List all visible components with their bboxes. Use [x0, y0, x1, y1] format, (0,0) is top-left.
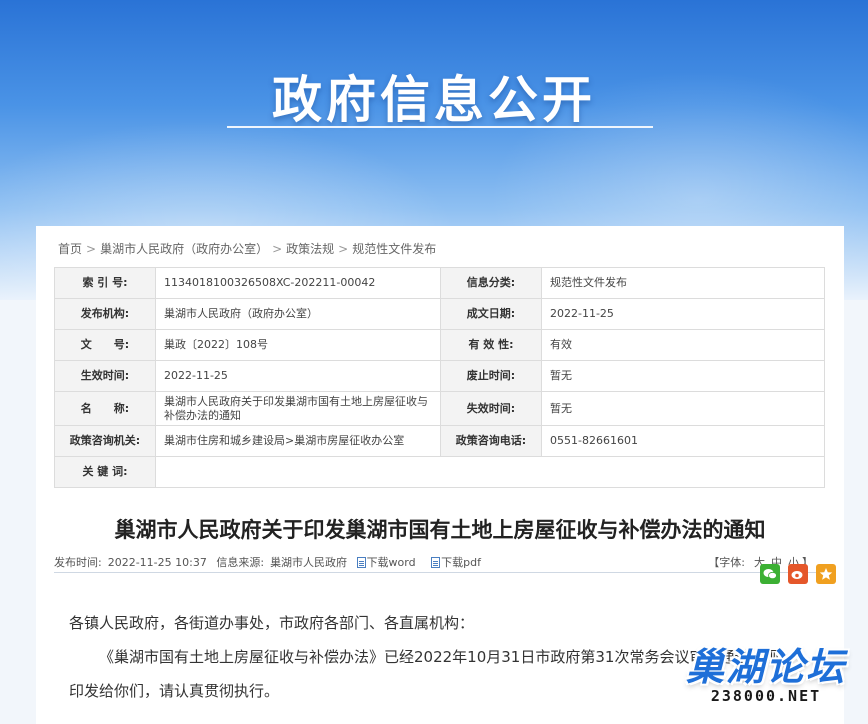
- consult-org-label: 政策咨询机关:: [54, 425, 156, 457]
- favorite-button[interactable]: [816, 564, 836, 584]
- effective-value: 2022-11-25: [155, 360, 441, 392]
- publisher-value: 巢湖市人民政府（政府办公室）: [155, 298, 441, 330]
- watermark-cn: 巢湖论坛: [685, 645, 846, 689]
- banner-underline: [227, 126, 653, 128]
- source-label: 信息来源:: [216, 556, 265, 569]
- docno-label: 文 号:: [54, 329, 156, 361]
- abolish-value: 暂无: [541, 360, 825, 392]
- document-title: 巢湖市人民政府关于印发巢湖市国有土地上房屋征收与补偿办法的通知: [114, 518, 766, 542]
- expire-label: 失效时间:: [440, 391, 542, 426]
- abolish-label: 废止时间:: [440, 360, 542, 392]
- created-label: 成文日期:: [440, 298, 542, 330]
- download-word-label: 下载word: [366, 556, 416, 569]
- category-label: 信息分类:: [440, 267, 542, 299]
- pdf-file-icon: [431, 557, 441, 568]
- table-row: 生效时间: 2022-11-25 废止时间: 暂无: [54, 360, 825, 392]
- name-value: 巢湖市人民政府关于印发巢湖市国有土地上房屋征收与补偿办法的通知: [155, 391, 441, 426]
- keywords-label: 关 键 词:: [54, 456, 156, 488]
- breadcrumb-policy[interactable]: 政策法规: [286, 242, 334, 256]
- font-size-prefix: 【字体:: [708, 556, 745, 569]
- publisher-label: 发布机构:: [54, 298, 156, 330]
- name-label: 名 称:: [54, 391, 156, 426]
- wechat-icon: [763, 569, 777, 580]
- index-value: 1134018100326508XC-202211-00042: [155, 267, 441, 299]
- breadcrumb-separator: >: [86, 242, 97, 256]
- publish-time-label: 发布时间:: [54, 556, 102, 569]
- info-divider: [54, 572, 825, 573]
- weibo-icon: [791, 571, 803, 579]
- document-meta-table: 索 引 号: 1134018100326508XC-202211-00042 信…: [54, 267, 825, 488]
- table-row: 文 号: 巢政〔2022〕108号 有 效 性: 有效: [54, 329, 825, 361]
- download-pdf-link[interactable]: 下载pdf: [431, 556, 487, 569]
- breadcrumb-normative[interactable]: 规范性文件发布: [352, 242, 436, 256]
- breadcrumb: 首页 > 巢湖市人民政府（政府办公室） > 政策法规 > 规范性文件发布: [58, 240, 436, 257]
- download-word-link[interactable]: 下载word: [356, 556, 422, 569]
- publish-time: 2022-11-25 10:37: [107, 556, 207, 569]
- weibo-share-button[interactable]: [788, 564, 808, 584]
- category-value: 规范性文件发布: [541, 267, 825, 299]
- expire-value: 暂无: [541, 391, 825, 426]
- consult-phone-label: 政策咨询电话:: [440, 425, 542, 457]
- created-value: 2022-11-25: [541, 298, 825, 330]
- source-value: 巢湖市人民政府: [270, 556, 348, 569]
- table-row: 政策咨询机关: 巢湖市住房和城乡建设局>巢湖市房屋征收办公室 政策咨询电话: 0…: [54, 425, 825, 457]
- breadcrumb-separator: >: [338, 242, 349, 256]
- table-row: 名 称: 巢湖市人民政府关于印发巢湖市国有土地上房屋征收与补偿办法的通知 失效时…: [54, 391, 825, 426]
- keywords-value: [155, 456, 825, 488]
- download-pdf-label: 下载pdf: [441, 556, 481, 569]
- banner-title: 政府信息公开: [272, 71, 596, 129]
- docno-value: 巢政〔2022〕108号: [155, 329, 441, 361]
- watermark-logo: 巢湖论坛 238000.NET: [676, 636, 856, 716]
- breadcrumb-separator: >: [272, 242, 283, 256]
- breadcrumb-gov[interactable]: 巢湖市人民政府（政府办公室）: [100, 242, 268, 256]
- table-row: 关 键 词:: [54, 456, 825, 488]
- table-row: 索 引 号: 1134018100326508XC-202211-00042 信…: [54, 267, 825, 299]
- word-file-icon: [356, 557, 366, 568]
- index-label: 索 引 号:: [54, 267, 156, 299]
- effective-label: 生效时间:: [54, 360, 156, 392]
- validity-label: 有 效 性:: [440, 329, 542, 361]
- wechat-share-button[interactable]: [760, 564, 780, 584]
- consult-phone-value: 0551-82661601: [541, 425, 825, 457]
- salutation: 各镇人民政府，各街道办事处，市政府各部门、各直属机构：: [69, 614, 475, 632]
- star-icon: [819, 568, 833, 580]
- validity-value: 有效: [541, 329, 825, 361]
- breadcrumb-home[interactable]: 首页: [58, 242, 82, 256]
- consult-org-value: 巢湖市住房和城乡建设局>巢湖市房屋征收办公室: [155, 425, 441, 457]
- document-info-bar: 发布时间: 2022-11-25 10:37 信息来源: 巢湖市人民政府 下载wor…: [54, 554, 825, 572]
- table-row: 发布机构: 巢湖市人民政府（政府办公室） 成文日期: 2022-11-25: [54, 298, 825, 330]
